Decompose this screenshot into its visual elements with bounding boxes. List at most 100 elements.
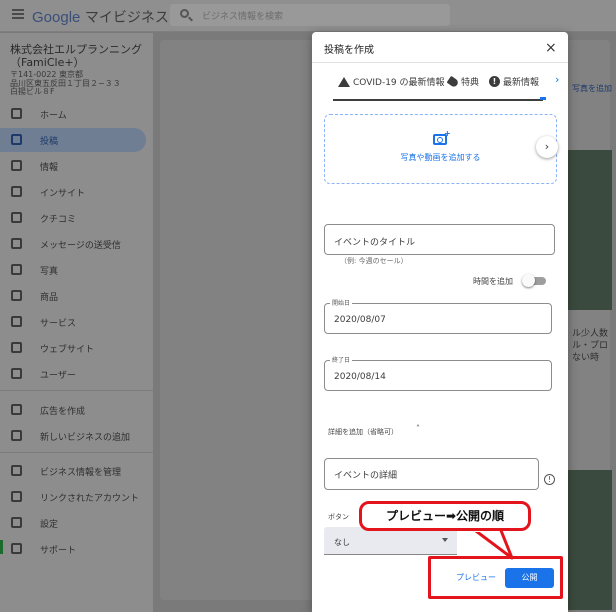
start-date-label: 開始日 [330, 298, 353, 307]
tab-label: 特典 [461, 78, 480, 88]
button-type-value: なし [334, 538, 350, 547]
callout-pointer [470, 528, 514, 560]
sidebar-item-label: リンクされたアカウント [40, 494, 140, 504]
sidebar-item-label: 商品 [40, 293, 59, 303]
sidebar-item-users[interactable]: ユーザー [0, 362, 153, 386]
sidebar-item-photos[interactable]: 写真 [0, 258, 153, 282]
warning-icon [338, 76, 350, 87]
sidebar-item-products[interactable]: 商品 [0, 284, 153, 308]
background-photo-2 [568, 470, 612, 610]
app-logo: Google マイビジネス [32, 7, 169, 27]
tab-active-indicator [540, 97, 546, 100]
sidebar-item-label: インサイト [40, 189, 86, 199]
search-icon [180, 9, 189, 18]
green-edge-marker [0, 540, 3, 554]
sidebar-item-add-business[interactable]: 新しいビジネスの追加 [0, 424, 153, 448]
annotation-callout: プレビュー➡公開の順 [359, 501, 531, 531]
sidebar-item-posts[interactable]: 投稿 [0, 128, 146, 152]
sidebar-item-label: 写真 [40, 267, 59, 277]
building-icon [11, 465, 22, 476]
sidebar-item-linked-accounts[interactable]: リンクされたアカウント [0, 485, 153, 509]
tab-whats-new[interactable]: ! 最新情報 [489, 75, 539, 88]
review-icon [11, 212, 22, 223]
sidebar-item-label: 投稿 [40, 137, 59, 147]
search-placeholder: ビジネス情報を検索 [202, 12, 284, 22]
plus-icon: + [444, 129, 451, 138]
add-photo-link[interactable]: 写真を追加 [572, 83, 612, 94]
event-title-hint: （例: 今週のセール） [340, 257, 408, 265]
sidebar-divider [0, 452, 153, 453]
button-section-label: ボタン [328, 513, 349, 521]
event-details-placeholder: イベントの詳細 [334, 471, 398, 481]
business-address: 〒141-0022 東京都 品川区東五反田１丁目２−３３ 白揚ビル８F [10, 70, 121, 97]
website-icon [11, 342, 22, 353]
add-time-label: 時間を追加 [473, 277, 513, 286]
background-snippet-3: ない時 [572, 353, 600, 363]
background-photo [568, 150, 612, 310]
end-date-label: 終了日 [330, 355, 353, 364]
location-icon [11, 430, 22, 441]
ads-icon [11, 404, 22, 415]
photo-icon [11, 264, 22, 275]
sidebar-item-label: 新しいビジネスの追加 [40, 433, 131, 443]
sidebar-item-label: サポート [40, 546, 77, 556]
info-icon[interactable]: ! [544, 474, 555, 485]
event-title-placeholder: イベントのタイトル [334, 238, 416, 248]
address-line3: 白揚ビル８F [10, 87, 55, 96]
add-details-toggle[interactable]: 詳細を追加（省略可） [328, 427, 398, 437]
sidebar-item-home[interactable]: ホーム [0, 102, 153, 126]
logo-google: Google [32, 9, 81, 26]
tab-covid[interactable]: COVID-19 の最新情報 [338, 75, 445, 88]
business-name-line2: （FamiCle+） [10, 56, 85, 69]
tabs-next-icon[interactable]: › [555, 73, 559, 86]
tab-offer[interactable]: 特典 [446, 75, 480, 88]
sidebar-item-label: ビジネス情報を管理 [40, 468, 122, 478]
bar-chart-icon [11, 186, 22, 197]
business-name-line1: 株式会社エルプランニング [10, 43, 142, 56]
sidebar-item-messages[interactable]: メッセージの送受信 [0, 232, 153, 256]
end-date-value: 2020/08/14 [334, 372, 386, 382]
posts-icon [11, 134, 22, 145]
list-icon [11, 316, 22, 327]
dialog-divider [312, 62, 568, 63]
sidebar-divider [0, 390, 153, 391]
media-upload-area[interactable] [324, 114, 557, 184]
sidebar-item-insights[interactable]: インサイト [0, 180, 153, 204]
upload-label: 写真や動画を追加する [400, 153, 481, 162]
basket-icon [11, 290, 22, 301]
gear-icon [11, 517, 22, 528]
close-icon[interactable]: × [545, 40, 557, 56]
tab-label: 最新情報 [503, 78, 540, 88]
caret-down-icon [442, 538, 448, 542]
sidebar-item-reviews[interactable]: クチコミ [0, 206, 153, 230]
tag-icon [446, 75, 460, 88]
tabs-scroll-track [333, 99, 543, 101]
store-icon [11, 160, 22, 171]
sidebar-item-info[interactable]: 情報 [0, 154, 153, 178]
toggle-knob[interactable] [522, 274, 535, 287]
start-date-value: 2020/08/07 [334, 315, 386, 325]
sidebar-item-label: サービス [40, 319, 77, 329]
add-user-icon [11, 368, 22, 379]
dialog-title: 投稿を作成 [324, 45, 374, 56]
sidebar-item-label: 設定 [40, 520, 59, 530]
sidebar-item-label: クチコミ [40, 215, 77, 225]
sidebar-item-label: 広告を作成 [40, 407, 86, 417]
sidebar-item-support[interactable]: サポート [0, 537, 153, 561]
message-icon [11, 238, 22, 249]
menu-icon[interactable] [12, 9, 24, 19]
tab-label: COVID-19 の最新情報 [353, 78, 445, 88]
link-icon [11, 491, 22, 502]
sidebar-item-manage-business[interactable]: ビジネス情報を管理 [0, 459, 153, 483]
news-icon: ! [489, 76, 500, 87]
business-name: 株式会社エルプランニング （FamiCle+） [10, 43, 142, 69]
highlight-box [428, 556, 563, 599]
sidebar-item-create-ad[interactable]: 広告を作成 [0, 398, 153, 422]
sidebar-item-website[interactable]: ウェブサイト [0, 336, 153, 360]
chevron-up-icon[interactable]: ˄ [416, 424, 420, 433]
sidebar-item-services[interactable]: サービス [0, 310, 153, 334]
sidebar-item-settings[interactable]: 設定 [0, 511, 153, 535]
chevron-right-icon[interactable]: › [536, 136, 558, 158]
dashboard-icon [11, 108, 22, 119]
sidebar-item-label: 情報 [40, 163, 59, 173]
